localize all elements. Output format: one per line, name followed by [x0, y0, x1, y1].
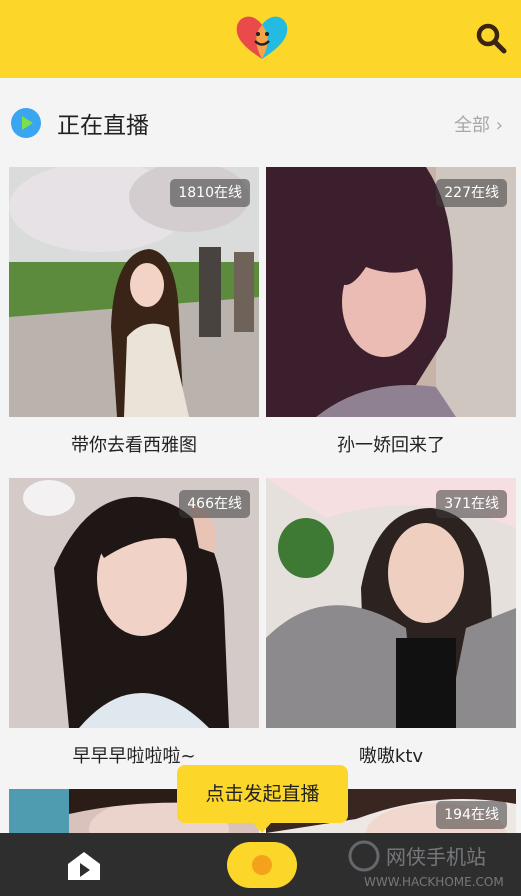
live-play-icon — [11, 108, 41, 138]
svg-text:WWW.HACKHOME.COM: WWW.HACKHOME.COM — [364, 875, 504, 889]
stream-card[interactable]: 1810在线 带你去看西雅图 — [9, 167, 259, 467]
see-all-link[interactable]: 全部 › — [454, 111, 503, 137]
stream-card[interactable]: 466在线 早早早啦啦啦~ — [9, 478, 259, 778]
svg-text:网侠手机站: 网侠手机站 — [386, 845, 486, 869]
site-watermark: 网侠手机站 WWW.HACKHOME.COM — [348, 840, 504, 889]
viewer-count-badge: 194在线 — [436, 801, 507, 829]
stream-title: 孙一娇回来了 — [337, 435, 445, 456]
stream-card[interactable]: 371在线 嗷嗷ktv — [266, 478, 516, 778]
start-live-button[interactable] — [227, 842, 297, 888]
search-icon[interactable] — [475, 22, 507, 54]
see-all-label: 全部 — [454, 115, 491, 136]
start-live-tooltip[interactable]: 点击发起直播 — [177, 765, 348, 833]
viewer-count-badge: 227在线 — [436, 179, 507, 207]
viewer-count-badge: 466在线 — [179, 490, 250, 518]
top-bar — [0, 0, 521, 78]
section-title: 正在直播 — [57, 113, 149, 139]
chevron-right-icon: › — [495, 115, 503, 136]
heart-face-logo — [236, 16, 288, 59]
viewer-count-badge: 1810在线 — [170, 179, 250, 207]
stream-card[interactable]: 227在线 孙一娇回来了 — [266, 167, 516, 467]
live-section-header: 正在直播 全部 › — [0, 96, 521, 150]
stream-title: 带你去看西雅图 — [71, 435, 197, 456]
play-home-icon[interactable] — [66, 850, 102, 882]
viewer-count-badge: 371在线 — [436, 490, 507, 518]
